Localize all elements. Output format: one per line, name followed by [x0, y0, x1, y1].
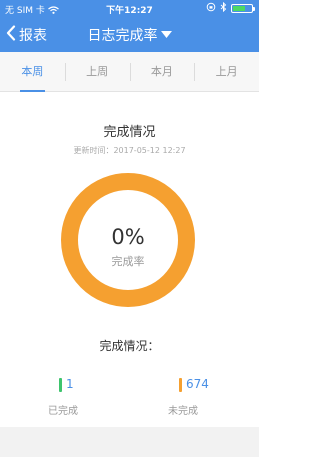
page-title: 日志完成率	[87, 28, 158, 44]
caret-down-icon	[160, 27, 172, 43]
tab-last-month[interactable]: 上月	[194, 52, 259, 91]
tab-last-week[interactable]: 上周	[64, 52, 130, 91]
completed-count: 1	[66, 377, 74, 391]
status-bar: 无 SIM 卡 下午12:27	[0, 0, 259, 18]
update-time: 更新时间：2017-05-12 12:27	[73, 146, 186, 155]
page-title-dropdown[interactable]: 日志完成率	[0, 25, 259, 45]
incomplete-marker	[179, 378, 182, 392]
summary-label: 完成情况：	[99, 339, 160, 353]
completion-percent-label: 完成率	[111, 255, 145, 268]
bluetooth-icon	[220, 1, 227, 15]
incomplete-label: 未完成	[168, 406, 198, 417]
top-bar: 无 SIM 卡 下午12:27 报表 日志完成率	[0, 0, 259, 52]
period-tabs: 本周 上周 本月 上月	[0, 52, 259, 92]
incomplete-count: 674	[186, 377, 209, 391]
footer-area	[0, 427, 259, 457]
completion-percent: 0%	[111, 225, 145, 249]
tab-this-month[interactable]: 本月	[129, 52, 195, 91]
section-title: 完成情况	[103, 125, 156, 140]
battery-icon	[231, 3, 255, 13]
completed-marker	[59, 378, 62, 392]
lock-rotation-icon	[206, 2, 216, 15]
navigation-bar: 报表 日志完成率	[0, 18, 259, 52]
status-icons	[206, 1, 255, 15]
tab-this-week[interactable]: 本周	[0, 52, 65, 92]
completion-ring: 0% 完成率	[61, 173, 195, 307]
completed-label: 已完成	[48, 406, 78, 417]
